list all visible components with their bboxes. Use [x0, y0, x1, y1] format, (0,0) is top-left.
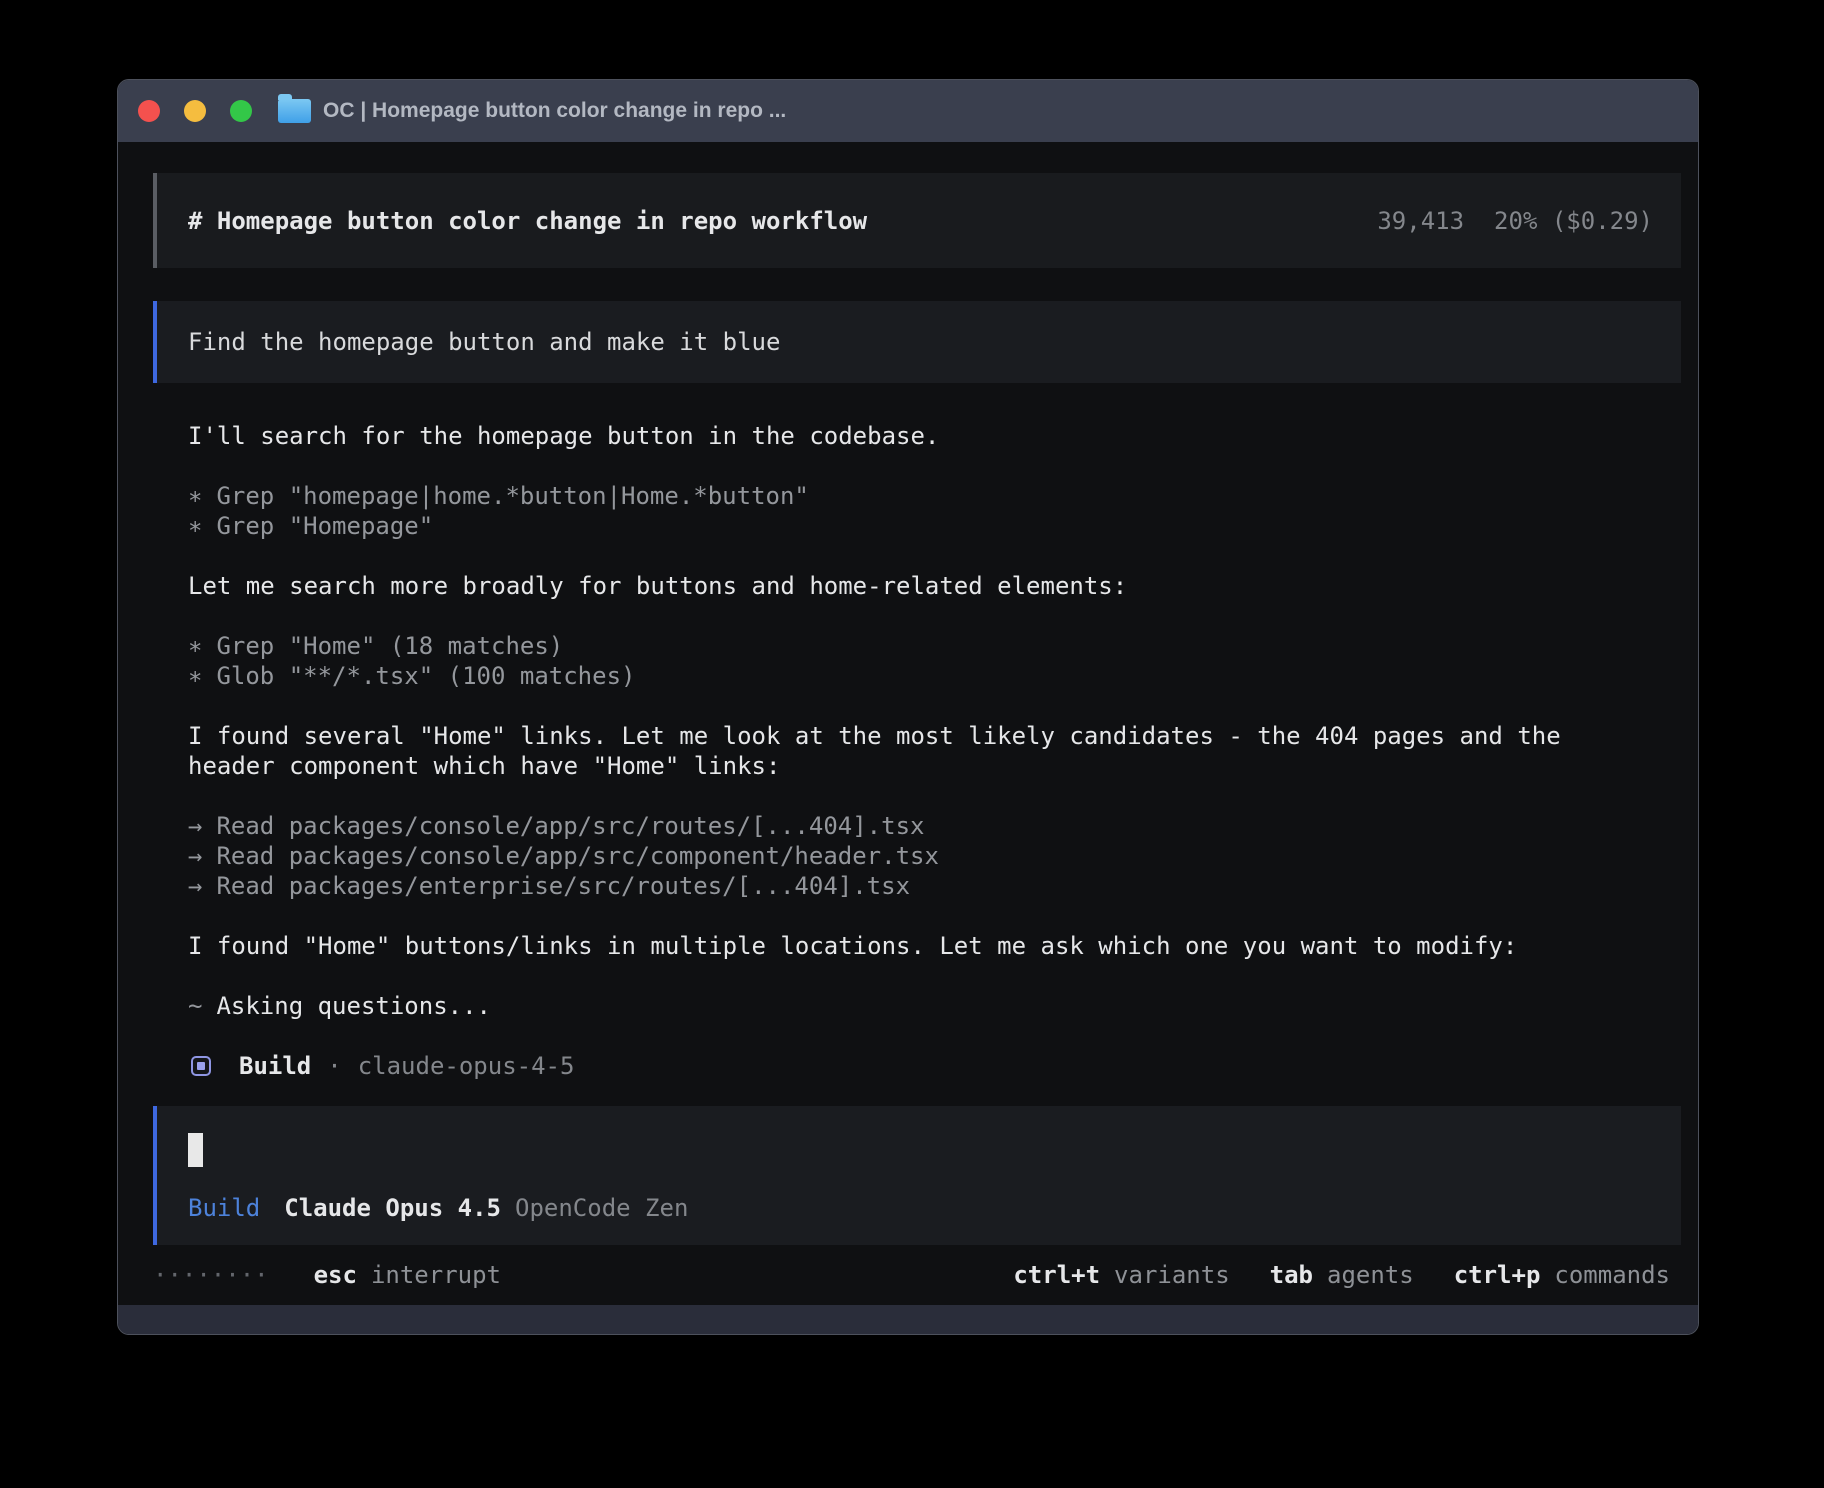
- zoom-window-button[interactable]: [230, 100, 252, 122]
- working-status: ~ Asking questions...: [188, 992, 491, 1020]
- window-bottom-chrome: [118, 1305, 1698, 1334]
- tilde-icon: ~: [188, 992, 203, 1020]
- asterisk-icon: ∗: [188, 662, 203, 690]
- tool-call-read: → Read packages/enterprise/src/routes/[..…: [188, 872, 911, 900]
- tool-call-grep: ∗ Grep "Homepage": [188, 512, 434, 540]
- prompt-input[interactable]: Build Claude Opus 4.5 OpenCode Zen: [153, 1106, 1681, 1245]
- status-bar-left: ········ esc interrupt: [153, 1260, 501, 1290]
- session-header: # Homepage button color change in repo w…: [153, 173, 1681, 268]
- shortcut-commands: ctrl+p commands: [1453, 1261, 1670, 1289]
- terminal-content: # Homepage button color change in repo w…: [118, 142, 1698, 1305]
- asterisk-icon: ∗: [188, 632, 203, 660]
- tool-call-grep: ∗ Grep "homepage|home.*button|Home.*butto…: [188, 482, 809, 510]
- status-bar-shortcuts: ctrl+t variants tab agents ctrl+p comman…: [1013, 1260, 1670, 1290]
- tool-call-grep: ∗ Grep "Home" (18 matches): [188, 632, 564, 660]
- minimize-window-button[interactable]: [184, 100, 206, 122]
- window-controls: [138, 100, 252, 122]
- session-title: # Homepage button color change in repo w…: [188, 206, 868, 235]
- assistant-paragraph: I'll search for the homepage button in t…: [188, 422, 940, 450]
- user-message-text: Find the homepage button and make it blu…: [188, 328, 781, 356]
- close-window-button[interactable]: [138, 100, 160, 122]
- model-name: claude-opus-4-5: [357, 1052, 575, 1080]
- folder-icon: [278, 94, 311, 123]
- tool-call-glob: ∗ Glob "**/*.tsx" (100 matches): [188, 662, 636, 690]
- titlebar: OC | Homepage button color change in rep…: [118, 80, 1698, 142]
- tool-call-read: → Read packages/console/app/src/routes/[.…: [188, 812, 925, 840]
- agent-model-line: Build · claude-opus-4-5: [188, 1051, 1653, 1081]
- token-count: 39,413: [1377, 206, 1465, 235]
- tool-call-read: → Read packages/console/app/src/component…: [188, 842, 939, 870]
- shortcut-agents: tab agents: [1269, 1261, 1414, 1289]
- arrow-right-icon: →: [188, 872, 203, 900]
- user-message: Find the homepage button and make it blu…: [153, 301, 1681, 383]
- window-title: OC | Homepage button color change in rep…: [323, 99, 787, 122]
- assistant-paragraph: I found "Home" buttons/links in multiple…: [188, 932, 1518, 960]
- build-agent-icon: [191, 1056, 211, 1076]
- context-percent-cost: 20% ($0.29): [1494, 206, 1653, 235]
- asterisk-icon: ∗: [188, 482, 203, 510]
- arrow-right-icon: →: [188, 842, 203, 870]
- agent-name: Build: [239, 1052, 312, 1080]
- esc-key-hint: esc: [313, 1261, 357, 1289]
- tool-call-group: ∗ Grep "homepage|home.*button|Home.*butto…: [188, 481, 1653, 541]
- input-meta: Build Claude Opus 4.5 OpenCode Zen: [188, 1193, 1681, 1223]
- token-usage: 39,413 20% ($0.29): [1377, 206, 1653, 236]
- input-provider-label: OpenCode Zen: [515, 1194, 689, 1222]
- dot-separator: ·: [327, 1052, 342, 1080]
- interrupt-hint-label: interrupt: [370, 1261, 501, 1289]
- assistant-transcript: I'll search for the homepage button in t…: [153, 421, 1653, 1081]
- input-model-label: Claude Opus 4.5: [284, 1194, 501, 1222]
- input-agent-label[interactable]: Build: [188, 1193, 260, 1223]
- shortcut-variants: ctrl+t variants: [1013, 1261, 1230, 1289]
- terminal-window: OC | Homepage button color change in rep…: [117, 79, 1699, 1335]
- asterisk-icon: ∗: [188, 512, 203, 540]
- assistant-paragraph: Let me search more broadly for buttons a…: [188, 572, 1128, 600]
- spinner-dots-icon: ········: [153, 1261, 269, 1289]
- tool-call-group: ∗ Grep "Home" (18 matches) ∗ Glob "**/*.ts…: [188, 631, 1653, 691]
- tool-call-group: → Read packages/console/app/src/routes/[.…: [188, 811, 1653, 901]
- status-bar: ········ esc interrupt ctrl+t variants t…: [153, 1245, 1681, 1305]
- arrow-right-icon: →: [188, 812, 203, 840]
- assistant-paragraph: I found several "Home" links. Let me loo…: [188, 722, 1561, 780]
- text-cursor: [188, 1133, 203, 1167]
